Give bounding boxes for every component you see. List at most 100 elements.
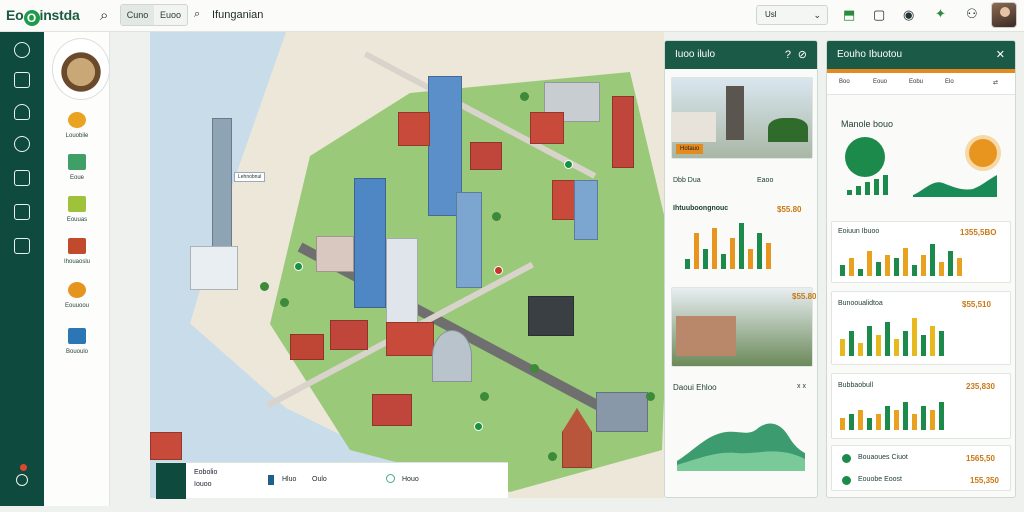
tab-4[interactable]: Elo <box>945 79 954 85</box>
logo-text-end: instda <box>39 7 80 23</box>
layers-icon[interactable] <box>14 42 30 58</box>
notification-dot <box>20 464 27 471</box>
tower-building[interactable] <box>612 96 634 168</box>
map-action-3[interactable]: Houo <box>402 476 419 483</box>
map-action-1[interactable]: Hluo <box>282 476 296 483</box>
avatar[interactable] <box>991 2 1017 28</box>
robot-icon[interactable]: ⚇ <box>966 7 978 20</box>
house-building[interactable] <box>386 322 434 356</box>
stat-card-3[interactable]: Bubbaobull 235,830 <box>831 373 1011 439</box>
stat-card-3-chart <box>840 398 944 430</box>
view-toggle-left[interactable]: Cuno <box>121 5 154 25</box>
chart-bar <box>930 244 935 276</box>
map-pin[interactable] <box>564 160 573 169</box>
chart-bar <box>903 331 908 356</box>
house-building[interactable] <box>530 112 564 144</box>
tag-icon[interactable]: ⊘ <box>798 41 807 69</box>
dome-building[interactable] <box>432 330 472 382</box>
house-building[interactable] <box>398 112 430 146</box>
search-icon[interactable]: ⌕ <box>100 8 108 23</box>
stat-card-2-value: $55,510 <box>962 300 991 309</box>
tower-building[interactable] <box>212 118 232 254</box>
language-select[interactable]: Usl ⌄ <box>756 5 828 25</box>
category-item-3[interactable]: Eouuas <box>54 196 100 223</box>
category-item-5[interactable]: Eouuoou <box>54 282 100 309</box>
stats-panel-header: Eouho Ibuotou ✕ <box>827 41 1015 69</box>
help-icon[interactable]: ? <box>785 41 791 69</box>
house-building[interactable] <box>372 394 412 426</box>
chart-bar <box>703 249 708 269</box>
close-icon[interactable]: ✕ <box>996 41 1005 69</box>
category-item-2[interactable]: Eoue <box>54 154 100 181</box>
map-pin[interactable] <box>294 262 303 271</box>
landmark-icon <box>68 154 86 170</box>
tree <box>280 298 289 307</box>
info-icon[interactable] <box>14 72 30 88</box>
house-building[interactable] <box>470 142 502 170</box>
expand-icon[interactable]: ⇄ <box>993 79 998 86</box>
compass-icon[interactable] <box>14 136 30 152</box>
house-building[interactable] <box>330 320 368 350</box>
office-building[interactable] <box>596 392 648 432</box>
tower-building[interactable] <box>456 192 482 288</box>
map-action-2[interactable]: Oulo <box>312 476 327 483</box>
logo-o-badge: O <box>23 10 40 26</box>
area-chart-title: Daoui Ehloo <box>673 383 717 392</box>
house-building[interactable] <box>316 236 354 272</box>
category-label-3: Eouuas <box>66 217 88 223</box>
tower-building[interactable] <box>354 178 386 308</box>
place-photo[interactable]: Hotauo <box>671 77 813 159</box>
map-pin[interactable] <box>474 422 483 431</box>
map-pin-icon[interactable]: ⌕ <box>194 9 200 20</box>
cart-icon[interactable]: ✦ <box>935 7 946 20</box>
chart-bar <box>748 249 753 269</box>
grid-icon[interactable] <box>14 238 30 254</box>
house-icon <box>68 196 86 212</box>
chart-bar <box>894 410 899 430</box>
stat-card-1[interactable]: Eoiuun Ibuoo 1355,5BO <box>831 221 1011 283</box>
office-building[interactable] <box>190 246 238 290</box>
chart-bar <box>912 265 917 276</box>
tab-3[interactable]: Eobu <box>909 79 923 85</box>
view-toggle-right[interactable]: Euoo <box>154 5 187 25</box>
stat-card-4[interactable]: Bouaoues Ciuot 1565,50 Eouobe Eoost 155,… <box>831 445 1011 491</box>
tab-2[interactable]: Eouo <box>873 79 887 85</box>
chart-bar <box>847 190 852 195</box>
bookmark-icon[interactable]: ⬒ <box>843 8 855 21</box>
map-pin[interactable] <box>494 266 503 275</box>
tab-1[interactable]: Boo <box>839 79 850 85</box>
users-icon[interactable] <box>14 104 30 120</box>
chart-controls[interactable]: x x <box>797 383 806 390</box>
chart-icon[interactable] <box>14 170 30 186</box>
sun-icon <box>68 282 86 298</box>
place-photo-2[interactable]: $55.80 <box>671 287 817 367</box>
category-item-4[interactable]: Ihouaoslu <box>54 238 100 265</box>
city-map[interactable]: Lehnobnul <box>150 32 664 498</box>
chart-bar <box>858 269 863 276</box>
location-icon[interactable]: ◉ <box>903 8 914 21</box>
summary-area-chart <box>913 175 997 197</box>
category-label-5: Eouuoou <box>64 303 90 309</box>
stat-card-1-chart <box>840 242 962 276</box>
app-logo[interactable]: Eo Oinstda <box>6 7 80 26</box>
status-dot-icon <box>842 476 851 485</box>
tree <box>260 282 269 291</box>
map-label[interactable]: Lehnobnul <box>234 172 266 182</box>
stat-card-2[interactable]: Bunooualidtoa $55,510 <box>831 291 1011 365</box>
image-icon[interactable] <box>14 204 30 220</box>
bag-icon[interactable]: ▢ <box>873 8 885 21</box>
house-building[interactable] <box>150 432 182 460</box>
radio-icon[interactable] <box>386 474 395 483</box>
category-item-1[interactable]: Louobile <box>54 112 100 139</box>
chart-bar <box>921 335 926 356</box>
breadcrumb[interactable]: Ifunganian <box>212 9 263 21</box>
photo-2-value: $55.80 <box>792 292 817 301</box>
category-item-6[interactable]: Bououlo <box>54 328 100 355</box>
view-toggle[interactable]: Cuno Euoo <box>120 4 188 26</box>
tower-building[interactable] <box>574 180 598 240</box>
warehouse-building[interactable] <box>528 296 574 336</box>
office-building[interactable] <box>386 238 418 328</box>
settings-icon[interactable] <box>16 474 28 486</box>
house-building[interactable] <box>290 334 324 360</box>
status-dot-icon <box>842 454 851 463</box>
